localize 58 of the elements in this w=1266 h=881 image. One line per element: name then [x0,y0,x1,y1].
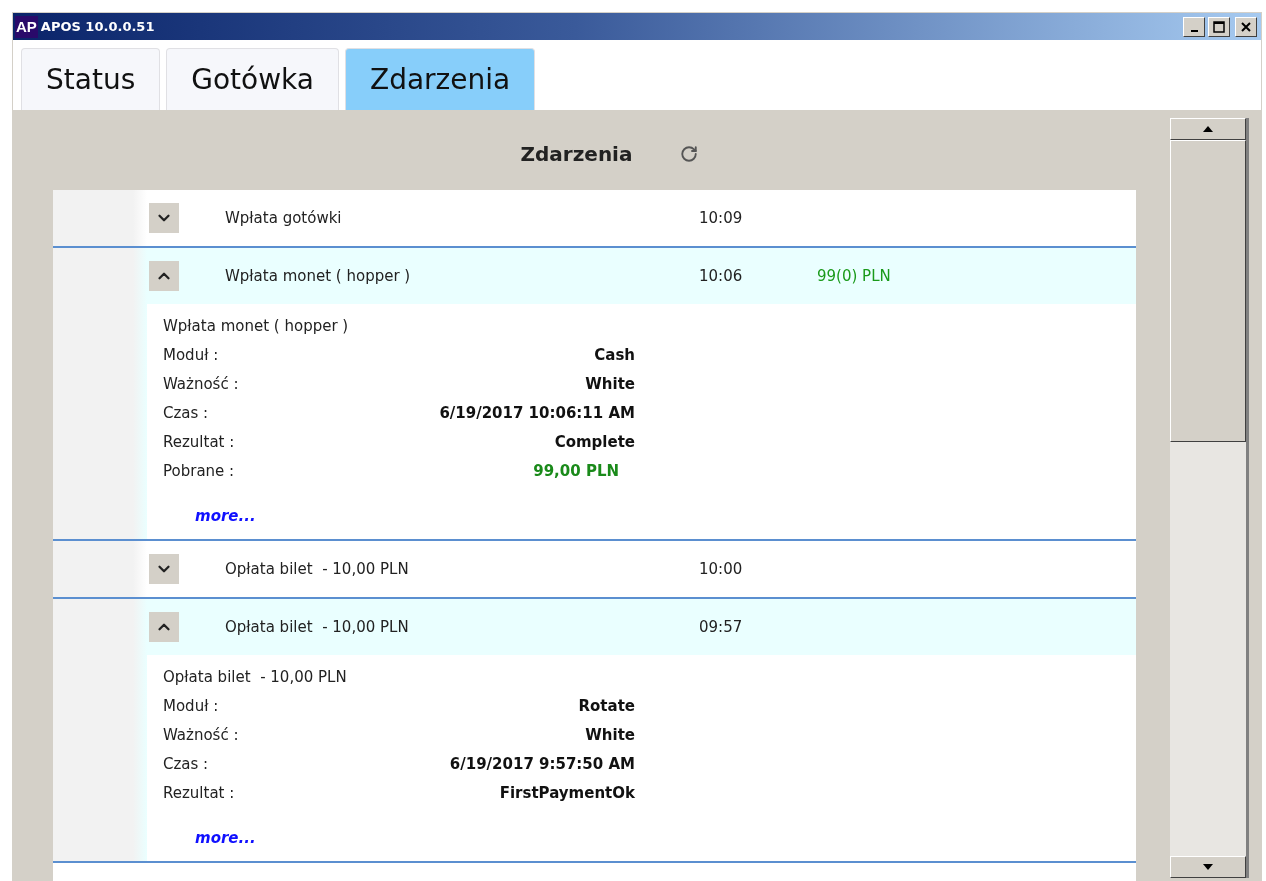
tab[interactable]: Gotówka [166,48,339,110]
tab[interactable]: Zdarzenia [344,48,536,110]
field-label: Ważność : [163,374,240,393]
more-link[interactable]: more... [195,507,256,525]
expand-toggle[interactable] [149,261,179,291]
event-row[interactable]: Wpłata gotówki 10:09 [53,190,1136,248]
details-title: Wpłata monet ( hopper ) [163,316,350,337]
expand-toggle[interactable] [149,203,179,233]
field-label: Rezultat : [163,432,236,451]
maximize-icon [1213,20,1225,33]
event-row[interactable]: Wpłata monet ( hopper ) 10:06 99(0) PLN [53,248,1136,304]
field-value: 99,00 PLN [533,461,620,480]
event-row[interactable]: Opłata bilet - 10,00 PLN 10:00 [53,541,1136,599]
more-link[interactable]: more... [195,829,256,847]
event-title: Opłata bilet - 10,00 PLN [225,560,410,578]
panel-title: Zdarzenia [520,142,633,166]
refresh-icon[interactable] [680,145,699,163]
down-triangle-icon [1203,864,1213,870]
expand-toggle[interactable] [149,554,179,584]
field-value: 6/19/2017 10:06:11 AM [439,403,635,422]
field-value: 6/19/2017 9:57:50 AM [449,754,635,773]
field-label: Pobrane : [163,461,236,480]
minimize-icon [1190,29,1198,32]
field-value: Rotate [578,696,635,715]
field-label: Czas : [163,754,210,773]
tab[interactable]: Status [21,48,161,110]
event-title: Opłata bilet - 10,00 PLN [225,618,410,636]
window-title: APOS 10.0.0.51 [40,19,156,34]
field-value: Complete [554,432,635,451]
close-icon [1241,21,1251,32]
event-amount: 99(0) PLN [817,267,891,285]
maximize-button[interactable] [1208,16,1230,37]
field-label: Moduł : [163,345,220,364]
field-label: Rezultat : [163,783,236,802]
event-time: 10:00 [699,560,744,578]
minimize-button[interactable] [1183,16,1205,37]
field-value: FirstPaymentOk [499,783,635,802]
field-label: Czas : [163,403,210,422]
scroll-thumb[interactable] [1170,140,1246,442]
expand-toggle[interactable] [149,612,179,642]
close-button[interactable] [1235,16,1257,37]
field-value: White [585,725,635,744]
field-value: White [585,374,635,393]
details-title: Opłata bilet - 10,00 PLN [163,667,348,688]
event-row[interactable]: Opłata bilet - 10,00 PLN 09:57 [53,599,1136,655]
scroll-down-button[interactable] [1170,856,1246,878]
event-time: 09:57 [699,618,744,636]
scroll-up-button[interactable] [1170,118,1246,140]
scrollbar[interactable] [1170,118,1249,878]
app-logo: AP [15,15,38,38]
event-title: Wpłata monet ( hopper ) [225,267,412,285]
up-triangle-icon [1203,126,1213,132]
field-label: Moduł : [163,696,220,715]
event-title: Wpłata gotówki [225,209,343,227]
event-time: 10:09 [699,209,744,227]
field-value: Cash [594,345,635,364]
field-label: Ważność : [163,725,240,744]
event-time: 10:06 [699,267,744,285]
